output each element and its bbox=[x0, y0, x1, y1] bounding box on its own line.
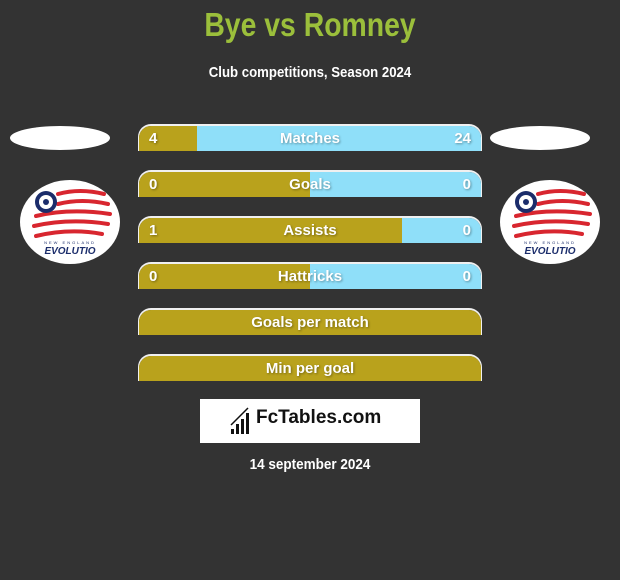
left-team-logo[interactable]: NEW ENGLAND EVOLUTIO bbox=[20, 180, 120, 264]
left-team-name-placeholder bbox=[10, 126, 110, 150]
svg-text:EVOLUTIO: EVOLUTIO bbox=[524, 246, 575, 257]
right-value: 0 bbox=[462, 222, 471, 239]
match-date: 14 september 2024 bbox=[249, 456, 371, 473]
right-value: 0 bbox=[462, 268, 471, 285]
revolution-logo-icon: NEW ENGLAND EVOLUTIO bbox=[512, 189, 592, 257]
left-value: 1 bbox=[149, 222, 158, 239]
stat-label: Matches bbox=[279, 130, 341, 147]
right-value: 0 bbox=[462, 176, 471, 193]
stat-label: Min per goal bbox=[265, 360, 355, 377]
right-team-logo[interactable]: NEW ENGLAND EVOLUTIO bbox=[500, 180, 600, 264]
left-value: 0 bbox=[149, 176, 158, 193]
stat-bar-goals-per-match: Goals per match bbox=[139, 310, 481, 335]
brand-name: FcTables.com bbox=[256, 407, 382, 428]
right-value: 24 bbox=[454, 130, 471, 147]
stat-bar-assists: Assists 1 0 bbox=[139, 218, 481, 243]
svg-text:EVOLUTIO: EVOLUTIO bbox=[44, 246, 95, 257]
stat-bar-hattricks: Hattricks 0 0 bbox=[139, 264, 481, 289]
stat-bar-matches: Matches 4 24 bbox=[139, 126, 481, 151]
page-subtitle: Club competitions, Season 2024 bbox=[208, 64, 412, 81]
revolution-logo-icon: NEW ENGLAND EVOLUTIO bbox=[32, 189, 112, 257]
stat-label: Goals bbox=[289, 176, 331, 193]
stat-label: Goals per match bbox=[251, 314, 369, 331]
right-team-name-placeholder bbox=[490, 126, 590, 150]
stat-label: Assists bbox=[283, 222, 337, 239]
stat-bar-min-per-goal: Min per goal bbox=[139, 356, 481, 381]
svg-text:NEW ENGLAND: NEW ENGLAND bbox=[524, 240, 576, 245]
page-title: Bye vs Romney bbox=[204, 6, 416, 43]
stat-label: Hattricks bbox=[277, 268, 343, 285]
svg-text:NEW ENGLAND: NEW ENGLAND bbox=[44, 240, 96, 245]
left-value: 0 bbox=[149, 268, 158, 285]
stat-bar-goals: Goals 0 0 bbox=[139, 172, 481, 197]
fctables-brand[interactable]: FcTables.com bbox=[200, 399, 420, 443]
bar-chart-icon bbox=[230, 407, 249, 434]
left-value: 4 bbox=[149, 130, 158, 147]
